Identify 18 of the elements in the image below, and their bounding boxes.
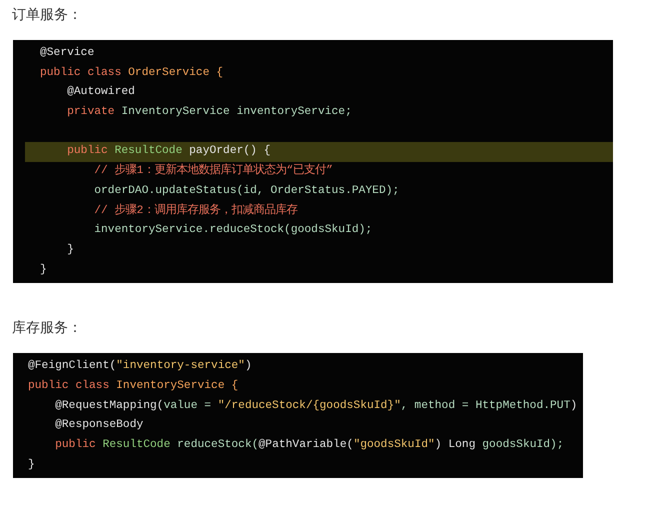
code-line: @Autowired bbox=[66, 84, 136, 100]
code-line: // 步骤1：更新本地数据库订单状态为“已支付” bbox=[93, 162, 334, 180]
code-line: public class InventoryService { bbox=[27, 378, 240, 394]
code-line: @FeignClient("inventory-service") bbox=[27, 358, 253, 374]
code-line: inventoryService.reduceStock(goodsSkuId); bbox=[93, 222, 374, 238]
code-line: @Service bbox=[39, 46, 96, 61]
code-line: @ResponseBody bbox=[54, 418, 144, 434]
code-line: // 步骤2：调用库存服务，扣减商品库存 bbox=[93, 202, 298, 218]
code-line: @RequestMapping(value = "/reduceStock/{goodsSkuId}", method = HttpMethod.PUT) bbox=[54, 398, 578, 414]
code-line: public class OrderService { bbox=[39, 66, 224, 81]
code-line: } bbox=[66, 242, 75, 258]
section-heading: 订单服务： bbox=[12, 6, 83, 25]
code-line: private InventoryService inventoryService; bbox=[66, 104, 353, 120]
code-line: public ResultCode reduceStock(@PathVariable("goodsSkuId") Long goodsSkuId); bbox=[54, 438, 565, 453]
code-line: } bbox=[27, 458, 36, 473]
code-line: orderDAO.updateStatus(id, OrderStatus.PAYED); bbox=[93, 184, 400, 199]
section-heading: 库存服务： bbox=[12, 319, 83, 338]
code-line: } bbox=[39, 262, 48, 278]
